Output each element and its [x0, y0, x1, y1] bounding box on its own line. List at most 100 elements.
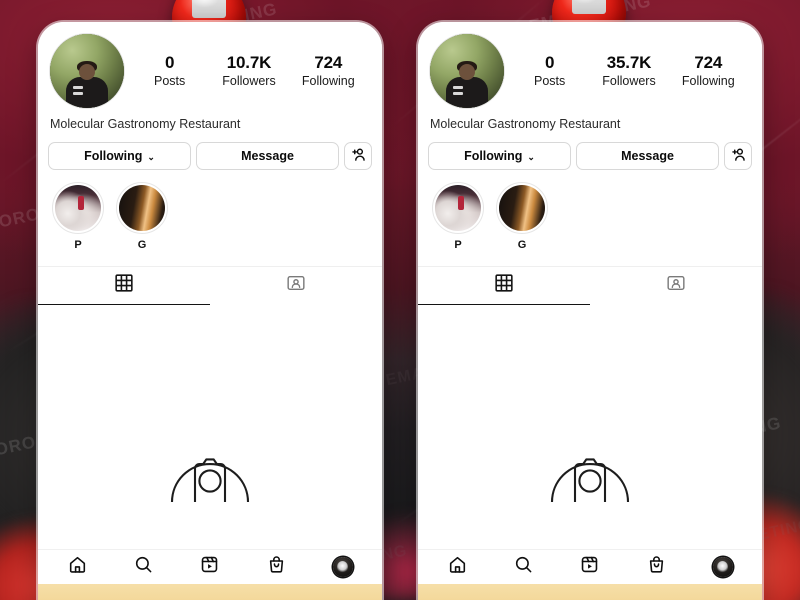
profile-bio: Molecular Gastronomy Restaurant	[430, 117, 621, 131]
avatar-badge1	[72, 85, 83, 89]
story-highlight-label: P	[454, 239, 462, 252]
profile-header: 0 Posts 35.7K Followers 724 Following	[418, 22, 762, 108]
search-icon	[134, 555, 153, 579]
story-highlights: PG	[38, 170, 382, 252]
story-highlight[interactable]: G	[116, 182, 168, 252]
avatar-badge1	[452, 85, 463, 89]
stat-followers[interactable]: 10.7K Followers	[221, 52, 277, 90]
story-highlight-ring	[116, 182, 168, 235]
screenshot-stage: ZORO EMARKETINGZORO EMARKETINGZORO EMARK…	[0, 0, 800, 600]
nav-item-search[interactable]	[504, 553, 544, 581]
stat-value: 10.7K	[226, 52, 272, 72]
shop-bag-icon	[647, 555, 666, 579]
profile-avatar[interactable]	[430, 34, 504, 108]
message-button-label: Message	[621, 149, 674, 164]
reels-icon	[200, 555, 219, 579]
profile-avatar[interactable]	[50, 34, 124, 108]
nav-item-reels[interactable]	[190, 553, 230, 581]
shop-bag-icon	[267, 555, 286, 579]
following-button-label: Following	[84, 149, 143, 164]
add-person-button[interactable]	[344, 142, 372, 171]
profile-actions: Following ⌄ Message	[38, 132, 382, 171]
stat-posts[interactable]: 0 Posts	[522, 52, 578, 90]
stat-label: Posts	[534, 74, 566, 89]
stat-value: 0	[545, 52, 555, 72]
camera-outline-icon	[544, 432, 636, 507]
story-highlights: PG	[418, 170, 762, 252]
nav-item-profile[interactable]	[703, 553, 743, 581]
profile-actions: Following ⌄ Message	[418, 132, 762, 171]
phone-before: 0 Posts 10.7K Followers 724 Following Molecula…	[38, 22, 382, 600]
stat-following[interactable]: 724 Following	[300, 52, 356, 90]
avatar-badge2	[452, 92, 463, 96]
chevron-down-icon: ⌄	[147, 151, 155, 162]
tab-grid[interactable]	[38, 267, 210, 306]
feed-empty-state	[418, 305, 762, 549]
nav-item-shop[interactable]	[256, 553, 296, 581]
stat-label: Posts	[154, 74, 186, 89]
nav-item-shop[interactable]	[636, 553, 676, 581]
story-highlight-cover	[55, 185, 101, 232]
home-icon	[68, 555, 87, 579]
message-button-label: Message	[241, 149, 294, 164]
profile-tabs	[38, 266, 382, 306]
story-highlight-cover	[435, 185, 481, 232]
stat-label: Following	[301, 74, 355, 89]
add-person-button[interactable]	[724, 142, 752, 171]
reels-icon	[580, 555, 599, 579]
stat-following[interactable]: 724 Following	[680, 52, 736, 90]
stat-value: 35.7K	[606, 52, 652, 72]
grid-icon	[114, 273, 134, 298]
camera-outline-icon	[164, 432, 256, 507]
search-icon	[514, 555, 533, 579]
stat-followers[interactable]: 35.7K Followers	[601, 52, 657, 90]
red-orb-inner-shape	[191, 0, 226, 19]
following-button[interactable]: Following ⌄	[428, 142, 571, 171]
profile-bio: Molecular Gastronomy Restaurant	[50, 117, 241, 131]
stat-value: 724	[694, 52, 723, 72]
story-highlight[interactable]: G	[496, 182, 548, 252]
following-button-label: Following	[464, 149, 523, 164]
story-highlight[interactable]: P	[52, 182, 104, 252]
phone-after: 0 Posts 35.7K Followers 724 Following Molecula…	[418, 22, 762, 600]
stat-label: Followers	[222, 74, 276, 89]
profile-header: 0 Posts 10.7K Followers 724 Following	[38, 22, 382, 108]
stat-value: 0	[165, 52, 175, 72]
tab-grid[interactable]	[418, 267, 590, 306]
following-button[interactable]: Following ⌄	[48, 142, 191, 171]
bottom-nav	[418, 549, 762, 584]
stat-label: Following	[681, 74, 735, 89]
profile-avatar-icon	[332, 557, 353, 577]
bottom-nav	[38, 549, 382, 584]
stat-posts[interactable]: 0 Posts	[142, 52, 198, 90]
message-button[interactable]: Message	[576, 142, 719, 171]
grid-icon	[494, 273, 514, 298]
profile-stats: 0 Posts 35.7K Followers 724 Following	[504, 52, 750, 90]
feed-empty-state	[38, 305, 382, 549]
tab-tagged[interactable]	[590, 267, 762, 305]
add-person-icon	[350, 146, 367, 166]
avatar-person-head	[78, 63, 96, 80]
nav-item-home[interactable]	[57, 553, 97, 581]
nav-item-profile[interactable]	[323, 553, 363, 581]
story-highlight-ring	[496, 182, 548, 235]
profile-stats: 0 Posts 10.7K Followers 724 Following	[124, 52, 370, 90]
message-button[interactable]: Message	[196, 142, 339, 171]
red-orb-inner-shape	[571, 0, 606, 15]
story-highlight-label: P	[74, 239, 82, 252]
story-highlight[interactable]: P	[432, 182, 484, 252]
nav-item-home[interactable]	[437, 553, 477, 581]
phone-screen: 0 Posts 35.7K Followers 724 Following Molecula…	[418, 22, 762, 600]
stat-value: 724	[314, 52, 343, 72]
tab-tagged[interactable]	[210, 267, 382, 305]
nav-item-reels[interactable]	[570, 553, 610, 581]
nav-item-search[interactable]	[124, 553, 164, 581]
home-icon	[448, 555, 467, 579]
caption-band: چند روز قبل	[38, 584, 382, 600]
caption-band: امروز	[418, 584, 762, 600]
stat-label: Followers	[602, 74, 656, 89]
profile-tabs	[418, 266, 762, 306]
add-person-icon	[730, 146, 747, 166]
story-highlight-label: G	[517, 239, 527, 252]
story-highlight-cover	[499, 185, 545, 232]
